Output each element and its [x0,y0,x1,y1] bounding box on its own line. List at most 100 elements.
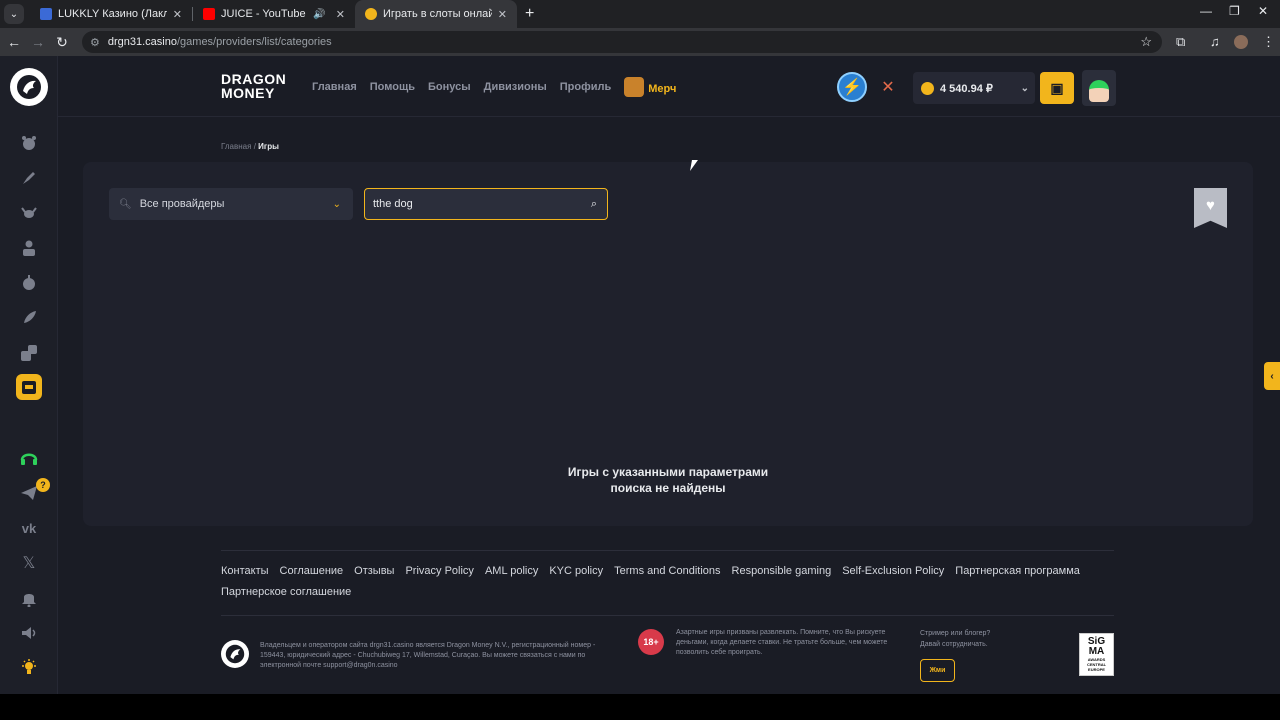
sigma-awards-logo: SiG MA AWARDS CENTRAL EUROPE [1079,633,1114,676]
menu-item-profile[interactable]: Профиль [560,81,611,97]
age-18-badge: 18+ [638,629,664,655]
dice-icon[interactable] [18,342,40,364]
casino-page: ? vk 𝕏 DRAGON MONEY Главная Помощь Бонус… [0,56,1280,694]
crossed-tools-icon[interactable]: ✕ [873,72,903,102]
chevron-down-icon: ⌄ [1020,82,1029,94]
tab-title: JUICE - YouTube [221,8,306,20]
footer-link-responsible[interactable]: Responsible gaming [732,565,832,577]
menu-item-merch[interactable]: Мерч [624,77,677,97]
close-icon[interactable]: ✕ [498,8,507,21]
breadcrumb-home[interactable]: Главная [221,142,251,151]
tab-favicon [40,8,52,20]
x-twitter-icon[interactable]: 𝕏 [18,552,40,574]
media-control-icon[interactable]: ♫ [1210,34,1220,49]
search-value: tthe dog [373,198,413,210]
footer-link-aml[interactable]: AML policy [485,565,538,577]
streamer-line-2: Давай сотрудничать. [920,641,988,648]
breadcrumb: Главная / Игры [221,142,279,151]
streamer-press-button[interactable]: Жми [920,659,955,682]
close-icon[interactable]: ✕ [173,8,182,21]
support-headset-icon[interactable] [18,447,40,469]
footer-owner-text: Владельцем и оператором сайта drgn31.cas… [260,642,596,669]
footer-link-partner-agreement[interactable]: Партнерское соглашение [221,586,351,598]
smile-icon[interactable] [18,132,40,154]
user-icon[interactable] [18,237,40,259]
heart-icon: ♥ [1206,197,1215,214]
search-icon[interactable]: ⌕ [591,198,597,211]
footer-streamer-text: Стример или блогер? Давай сотрудничать. [920,628,1030,650]
speaker-icon[interactable]: 🔊 [313,9,325,20]
footer-link-partner-program[interactable]: Партнерская программа [955,565,1080,577]
theme-lamp-icon[interactable] [18,656,40,678]
menu-item-divisions[interactable]: Дивизионы [484,81,547,97]
extensions-icon[interactable]: ⧉ [1176,34,1185,50]
footer-link-agreement[interactable]: Соглашение [280,565,344,577]
crab-icon[interactable] [18,202,40,224]
tab-search-button[interactable]: ⌄ [4,4,24,24]
menu-item-help[interactable]: Помощь [370,81,415,97]
dragon-logo-icon[interactable] [10,68,48,106]
side-panel-toggle[interactable]: ‹ [1264,362,1280,390]
merch-label: Мерч [648,83,677,95]
brand-logo[interactable]: DRAGON MONEY [221,72,286,100]
slots-icon[interactable] [16,374,42,400]
bell-icon[interactable] [18,587,40,609]
close-icon[interactable]: ✕ [336,8,345,21]
footer-link-reviews[interactable]: Отзывы [354,565,394,577]
sigma-region: CENTRAL EUROPE [1086,662,1107,672]
lightning-achievement-icon[interactable]: ⚡ [837,72,867,102]
footer-link-terms[interactable]: Terms and Conditions [614,565,720,577]
streamer-line-1: Стример или блогер? [920,630,991,637]
footer-link-privacy[interactable]: Privacy Policy [405,565,473,577]
provider-select[interactable]: 🔍︎ Все провайдеры ⌄ [109,188,353,220]
forward-icon[interactable]: → [26,34,50,50]
window-close-icon[interactable]: ✕ [1258,4,1268,18]
site-info-icon[interactable]: ⚙ [90,36,100,49]
browser-tab-2[interactable]: JUICE - YouTube 🔊 ✕ [193,0,355,28]
footer-links: Контакты Соглашение Отзывы Privacy Polic… [221,565,1114,598]
coin-icon [921,81,934,95]
game-search-input[interactable]: tthe dog ⌕ [364,188,608,220]
footer-link-kyc[interactable]: KYC policy [549,565,603,577]
footer-gambling-warning: Азартные игры призваны развлекать. Помни… [676,629,888,656]
menu-item-home[interactable]: Главная [312,81,357,97]
minimize-icon[interactable]: — [1200,4,1212,18]
speaker-icon[interactable] [18,622,40,644]
url-path: /games/providers/list/categories [176,36,332,48]
empty-results-message: Игры с указанными параметрами поиска не … [83,464,1253,496]
footer-link-contacts[interactable]: Контакты [221,565,269,577]
wallet-button[interactable]: ▣ [1040,72,1074,104]
footer-link-self-exclusion[interactable]: Self-Exclusion Policy [842,565,944,577]
bomb-icon[interactable] [18,272,40,294]
favorites-bookmark-button[interactable]: ♥ [1194,188,1227,228]
main-menu: Главная Помощь Бонусы Дивизионы Профиль … [312,77,677,97]
rocket-icon[interactable] [18,167,40,189]
breadcrumb-current: Игры [258,142,279,151]
vk-icon[interactable]: vk [18,517,40,539]
address-bar[interactable]: ⚙ drgn31.casino /games/providers/list/ca… [82,31,1162,53]
balance-dropdown[interactable]: 4 540.94 ₽ ⌄ [913,72,1035,104]
reload-icon[interactable]: ↻ [50,34,74,51]
hoodie-icon [624,77,645,97]
empty-line-2: поиска не найдены [610,481,726,495]
chevron-left-icon: ‹ [1270,370,1274,382]
chevron-down-icon: ⌄ [332,198,341,210]
footer-dragon-logo-icon [221,640,249,668]
menu-item-bonuses[interactable]: Бонусы [428,81,471,97]
games-panel: 🔍︎ Все провайдеры ⌄ tthe dog ⌕ ♥ Игры с … [83,162,1253,526]
brand-line-2: MONEY [221,85,275,101]
restore-icon[interactable]: ❐ [1229,4,1240,18]
user-avatar[interactable] [1082,70,1116,106]
rocket-launch-icon[interactable] [18,307,40,329]
back-icon[interactable]: ← [2,34,26,50]
profile-avatar-icon[interactable] [1234,35,1248,49]
avatar-head [1089,80,1109,102]
browser-tab-3[interactable]: Играть в слоты онлайн в казин ✕ [355,0,517,28]
wallet-icon: ▣ [1050,79,1064,96]
url-host: drgn31.casino [107,36,177,48]
browser-tab-1[interactable]: LUKKLY Казино (Лакли) | Офиц ✕ [30,0,192,28]
browser-menu-icon[interactable]: ⋮ [1262,34,1275,50]
provider-value: Все провайдеры [139,198,225,210]
bookmark-star-icon[interactable]: ☆ [1140,34,1152,50]
new-tab-icon[interactable]: + [525,5,534,23]
